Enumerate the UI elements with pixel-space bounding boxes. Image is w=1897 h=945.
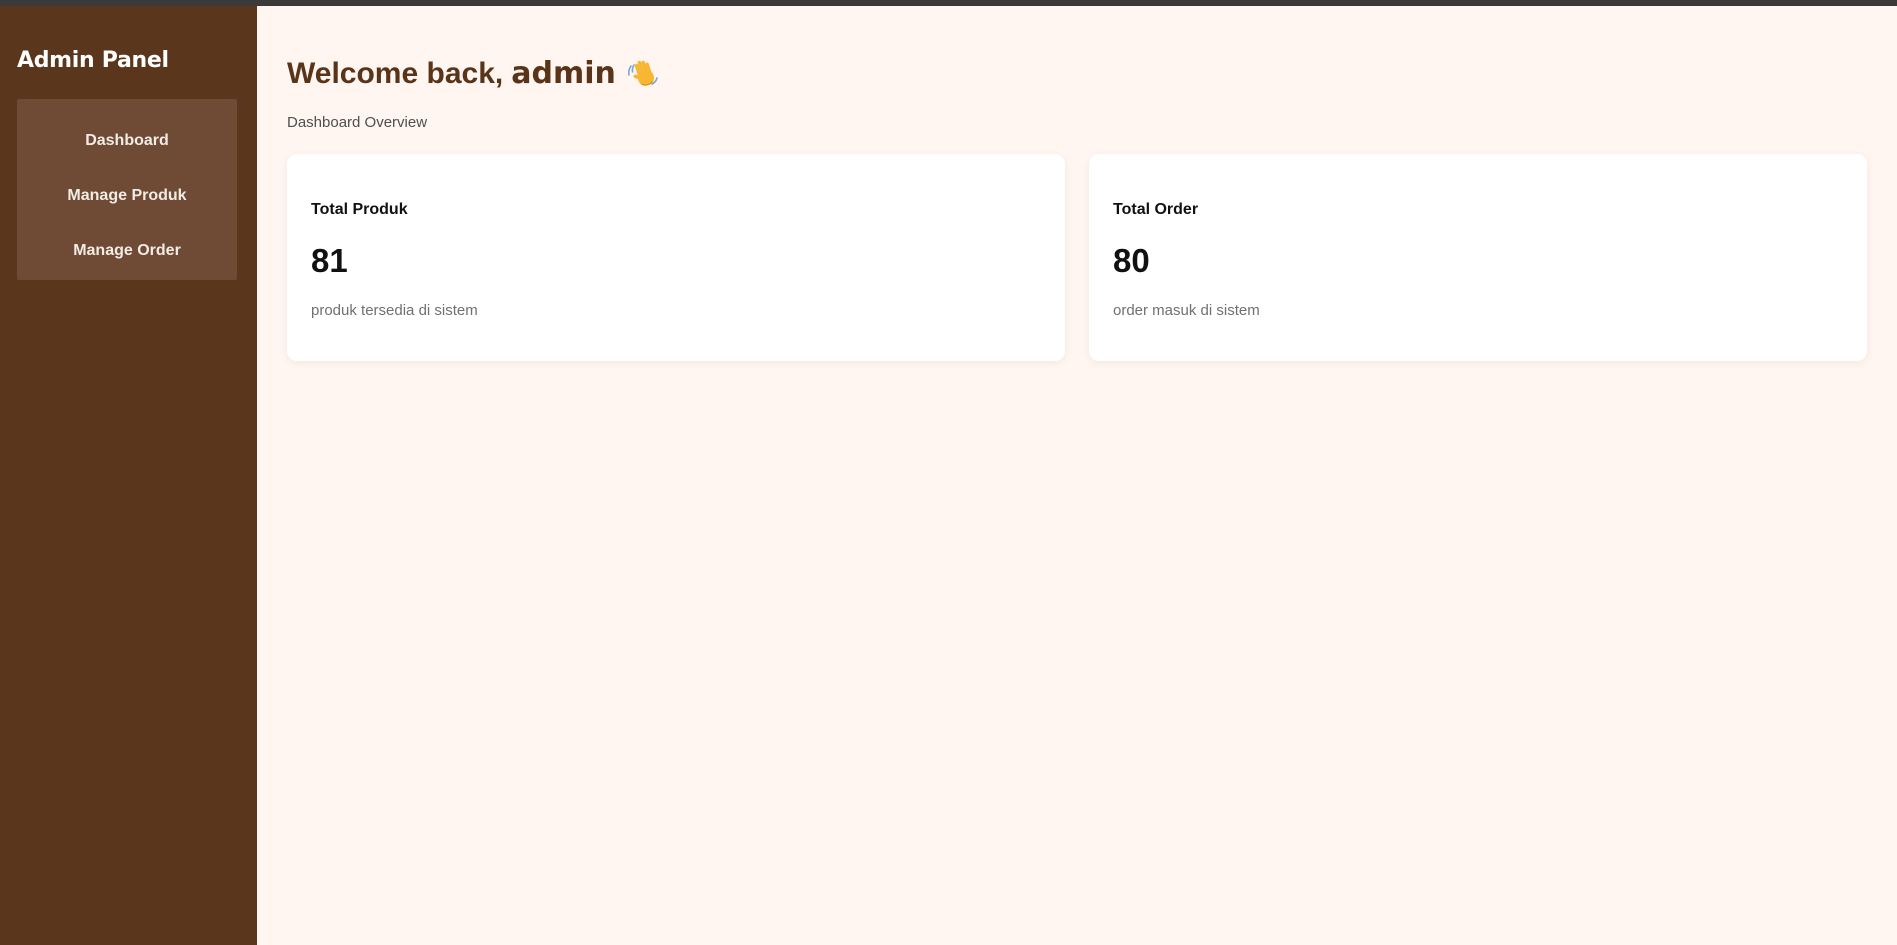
stat-value: 80 [1113,242,1150,279]
stat-label: Total Order [1113,201,1199,218]
sidebar: Admin Panel Dashboard Manage Produk Mana… [0,6,257,945]
welcome-prefix: Welcome back, [287,56,504,90]
sidebar-brand: Admin Panel [17,48,169,73]
sidebar-item-dashboard[interactable]: Dashboard [17,121,237,161]
stat-value: 81 [311,242,348,279]
main-content: Welcome back, admin Dashboard Overview T… [257,6,1897,945]
waving-hand-icon [626,57,660,91]
sidebar-item-manage-produk[interactable]: Manage Produk [17,176,237,216]
stat-description: produk tersedia di sistem [311,302,478,319]
stat-description: order masuk di sistem [1113,302,1260,319]
page-title: Welcome back, admin [287,56,660,91]
stat-card-total-order: Total Order 80 order masuk di sistem [1089,154,1867,361]
sidebar-nav: Dashboard Manage Produk Manage Order [17,99,237,280]
page-subtitle: Dashboard Overview [287,114,428,131]
sidebar-item-manage-order[interactable]: Manage Order [17,231,237,271]
stat-label: Total Produk [311,201,408,218]
stat-card-total-produk: Total Produk 81 produk tersedia di siste… [287,154,1065,361]
username: admin [511,56,616,91]
